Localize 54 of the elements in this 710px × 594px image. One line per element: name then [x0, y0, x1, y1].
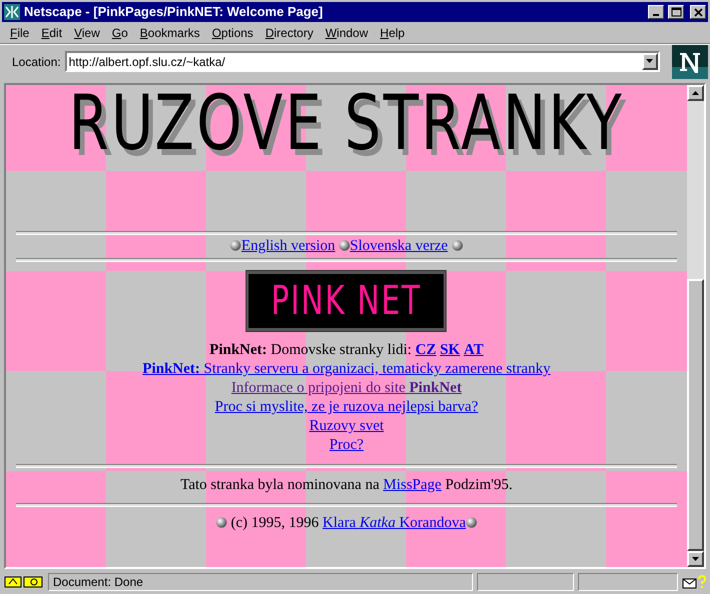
dropdown-button[interactable]	[642, 53, 658, 70]
copyright-text: (c) 1995, 1996	[230, 515, 320, 531]
misspage-link[interactable]: MissPage	[383, 477, 442, 493]
menu-item[interactable]: Bookmarks	[134, 22, 206, 44]
country-link[interactable]: AT	[464, 342, 484, 358]
country-link[interactable]: CZ	[415, 342, 436, 358]
maximize-icon	[670, 6, 682, 18]
page-link[interactable]: Proc si myslite, ze je ruzova nejlepsi barva?	[214, 399, 478, 415]
page-link[interactable]: Ruzovy svet	[309, 418, 384, 434]
visited-link[interactable]: Informace o pripojeni do site PinkNet	[231, 380, 462, 396]
nomination-text: Tato stranka byla nominovana na MissPage Podzim'95.	[179, 476, 514, 495]
menu-item[interactable]: Directory	[259, 22, 320, 44]
bullet-icon	[452, 240, 463, 251]
menu-item[interactable]: File	[4, 22, 36, 44]
menu-item[interactable]: Options	[206, 22, 260, 44]
mail-icon[interactable]	[682, 574, 706, 588]
page-link[interactable]: PinkNet: Stranky serveru a organizaci, tematicky zamerene stranky	[142, 361, 550, 377]
window-title: Netscape - [PinkPages/PinkNET: Welcome Page]	[24, 3, 324, 22]
caret-icon	[646, 59, 654, 64]
status-text: Document: Done	[48, 572, 473, 590]
minimize-icon	[653, 14, 659, 16]
url-field[interactable]: http://albert.opf.slu.cz/~katka/	[64, 51, 660, 72]
section-label: PinkNet:	[210, 342, 268, 358]
close-icon	[692, 6, 704, 18]
language-link[interactable]: Slovenska verze	[350, 238, 448, 254]
country-link[interactable]: SK	[440, 342, 460, 358]
page-link[interactable]: Proc?	[329, 437, 364, 453]
security-icon	[4, 574, 44, 588]
menu-item[interactable]: View	[68, 22, 106, 44]
menu-item[interactable]: Window	[319, 22, 374, 44]
scroll-thumb[interactable]	[687, 279, 704, 551]
close-button[interactable]	[690, 5, 706, 19]
app-icon	[4, 4, 20, 20]
menu-item[interactable]: Help	[374, 22, 411, 44]
menu-item[interactable]: Go	[106, 22, 134, 44]
scroll-up-button[interactable]	[687, 85, 704, 101]
scroll-down-button[interactable]	[687, 551, 704, 567]
pinknet-logo: PINK NET	[246, 271, 446, 331]
minimize-button[interactable]	[648, 5, 664, 19]
bullet-icon	[216, 517, 228, 528]
netscape-logo	[672, 44, 708, 78]
description-text: Domovske stranky lidi:	[270, 342, 412, 358]
bullet-icon	[338, 240, 350, 251]
down-arrow-icon	[692, 556, 700, 562]
menu-item[interactable]: Edit	[35, 22, 68, 44]
location-label: Location:	[12, 54, 61, 70]
banner-heading: RUZOVE STRANKY	[68, 85, 624, 161]
author-link[interactable]: Klara Katka Korandova	[322, 515, 466, 531]
bullet-icon	[230, 240, 242, 251]
bullet-icon	[466, 517, 477, 528]
scrollbar[interactable]	[687, 85, 704, 567]
maximize-button[interactable]	[668, 5, 684, 19]
up-arrow-icon	[692, 90, 700, 96]
language-link[interactable]: English version	[241, 238, 336, 254]
